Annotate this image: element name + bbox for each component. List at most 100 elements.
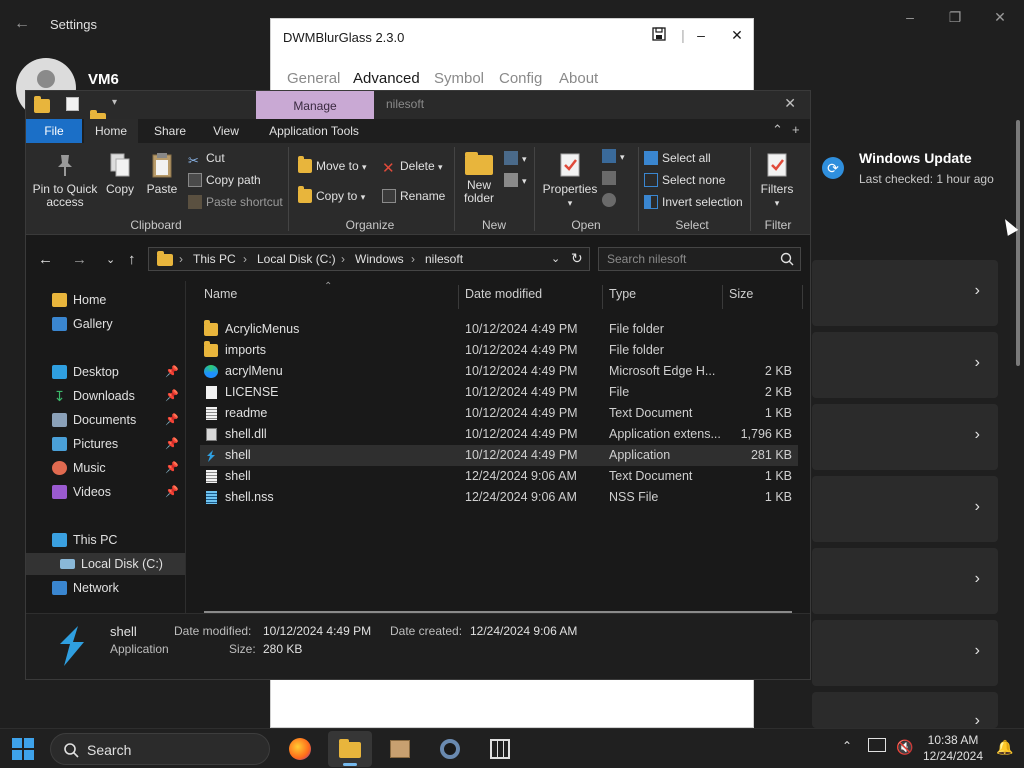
settings-card[interactable]: ›: [812, 476, 998, 542]
nav-item-videos[interactable]: Videos 📌: [26, 481, 185, 503]
search-box[interactable]: [598, 247, 801, 271]
tab-about[interactable]: About: [559, 70, 598, 87]
column-header-name[interactable]: Name: [204, 287, 237, 301]
forward-arrow-icon[interactable]: →: [72, 251, 87, 268]
nav-item-pictures[interactable]: Pictures 📌: [26, 433, 185, 455]
rename-button[interactable]: Rename: [382, 187, 445, 205]
copy-to-button[interactable]: Copy to ▾: [298, 186, 365, 205]
pin-icon[interactable]: 📌: [165, 361, 179, 383]
vertical-scrollbar[interactable]: [1016, 120, 1020, 366]
save-icon[interactable]: [649, 27, 669, 44]
nav-item-network[interactable]: Network: [26, 577, 185, 599]
filters-button[interactable]: Filters ▾: [756, 151, 798, 210]
settings-card[interactable]: ›: [812, 332, 998, 398]
divider[interactable]: [602, 285, 603, 309]
nav-item-this-pc[interactable]: This PC: [26, 529, 185, 551]
edit-button[interactable]: [602, 169, 620, 187]
file-row[interactable]: shell.nss 12/24/2024 9:06 AM NSS File 1 KB: [200, 487, 798, 508]
file-row[interactable]: imports 10/12/2024 4:49 PM File folder: [200, 340, 798, 361]
breadcrumb-nilesoft[interactable]: nilesoft: [425, 252, 463, 266]
settings-card[interactable]: ›: [812, 692, 998, 729]
file-row[interactable]: LICENSE 10/12/2024 4:49 PM File 2 KB: [200, 382, 798, 403]
tab-share[interactable]: Share: [146, 119, 194, 143]
settings-card[interactable]: ›: [812, 620, 998, 686]
nav-item-downloads[interactable]: ↧ Downloads 📌: [26, 385, 185, 407]
copy-path-button[interactable]: Copy path: [188, 171, 261, 189]
tab-file[interactable]: File: [26, 119, 82, 143]
settings-card[interactable]: ›: [812, 404, 998, 470]
breadcrumb-local-disk[interactable]: Local Disk (C:): [257, 252, 336, 266]
open-button[interactable]: ▾: [602, 147, 625, 165]
pin-to-quick-access-button[interactable]: Pin to Quick access: [32, 151, 98, 209]
minimize-icon[interactable]: –: [691, 27, 711, 43]
tab-view[interactable]: View: [202, 119, 250, 143]
easy-access-button[interactable]: ▾: [504, 171, 527, 189]
nav-item-music[interactable]: Music 📌: [26, 457, 185, 479]
app-store[interactable]: [478, 731, 522, 767]
file-row[interactable]: shell 12/24/2024 9:06 AM Text Document 1 KB: [200, 466, 798, 487]
firefox-app[interactable]: [278, 731, 322, 767]
tab-home[interactable]: Home: [84, 119, 138, 143]
recent-locations-icon[interactable]: ⌄: [106, 253, 115, 266]
select-all-button[interactable]: Select all: [644, 149, 711, 167]
volume-muted-icon[interactable]: 🔇: [896, 739, 913, 756]
back-arrow-icon[interactable]: ←: [14, 14, 34, 34]
copy-button[interactable]: Copy: [102, 151, 138, 196]
refresh-icon[interactable]: ↻: [571, 250, 583, 267]
taskbar-search[interactable]: Search: [50, 733, 270, 765]
nav-item-home[interactable]: Home: [26, 289, 185, 311]
divider[interactable]: [722, 285, 723, 309]
file-explorer-app[interactable]: [328, 731, 372, 767]
close-icon[interactable]: ✕: [990, 8, 1010, 26]
file-row[interactable]: shell.dll 10/12/2024 4:49 PM Application e…: [200, 424, 798, 445]
settings-card[interactable]: ›: [812, 548, 998, 614]
history-button[interactable]: [602, 191, 620, 209]
tab-general[interactable]: General: [287, 70, 340, 87]
select-none-button[interactable]: Select none: [644, 171, 725, 189]
chevron-down-icon[interactable]: ⌄: [551, 252, 560, 265]
tab-advanced[interactable]: Advanced: [353, 70, 420, 87]
move-to-button[interactable]: Move to ▾: [298, 156, 367, 175]
column-header-type[interactable]: Type: [609, 287, 636, 301]
address-bar[interactable]: › This PC › Local Disk (C:) › Windows › …: [148, 247, 590, 271]
column-header-size[interactable]: Size: [729, 287, 753, 301]
divider[interactable]: [458, 285, 459, 309]
column-header-date-modified[interactable]: Date modified: [465, 287, 542, 301]
paste-shortcut-button[interactable]: Paste shortcut: [188, 193, 283, 211]
properties-button[interactable]: Properties ▾: [540, 151, 600, 210]
pin-icon[interactable]: 📌: [165, 481, 179, 503]
breadcrumb-this-pc[interactable]: This PC: [193, 252, 236, 266]
windows-update-title[interactable]: Windows Update: [859, 150, 972, 166]
minimize-icon[interactable]: –: [900, 8, 920, 26]
notification-bell-icon[interactable]: 🔔: [996, 739, 1013, 756]
pin-icon[interactable]: 📌: [165, 409, 179, 431]
tab-symbol[interactable]: Symbol: [434, 70, 484, 87]
paste-button[interactable]: Paste: [144, 151, 180, 196]
manage-tab[interactable]: Manage: [256, 91, 374, 119]
explorer-titlebar[interactable]: ▾ Manage nilesoft ✕: [26, 91, 810, 127]
new-folder-button[interactable]: New folder: [460, 151, 498, 205]
network-icon[interactable]: [868, 738, 886, 752]
nav-item-gallery[interactable]: Gallery: [26, 313, 185, 335]
nav-item-documents[interactable]: Documents 📌: [26, 409, 185, 431]
tab-config[interactable]: Config: [499, 70, 542, 87]
search-input[interactable]: [607, 251, 767, 267]
collapse-ribbon-icon[interactable]: ⌃: [772, 122, 783, 138]
properties-check-icon[interactable]: [66, 97, 79, 111]
nav-item-desktop[interactable]: Desktop 📌: [26, 361, 185, 383]
file-row[interactable]: shell 10/12/2024 4:49 PM Application 281 KB: [200, 445, 798, 466]
up-arrow-icon[interactable]: ↑: [128, 251, 136, 268]
add-icon[interactable]: +: [792, 122, 800, 137]
breadcrumb-windows[interactable]: Windows: [355, 252, 404, 266]
pin-icon[interactable]: 📌: [165, 385, 179, 407]
file-row[interactable]: readme 10/12/2024 4:49 PM Text Document 1 K…: [200, 403, 798, 424]
delete-button[interactable]: ✕ Delete ▾: [382, 157, 443, 177]
close-icon[interactable]: ✕: [727, 27, 747, 44]
pin-icon[interactable]: 📌: [165, 457, 179, 479]
file-row[interactable]: AcrylicMenus 10/12/2024 4:49 PM File folde…: [200, 319, 798, 340]
divider[interactable]: [802, 285, 803, 309]
settings-app[interactable]: [428, 731, 472, 767]
close-icon[interactable]: ✕: [784, 95, 796, 112]
cut-button[interactable]: ✂ Cut: [188, 149, 225, 168]
package-app[interactable]: [378, 731, 422, 767]
